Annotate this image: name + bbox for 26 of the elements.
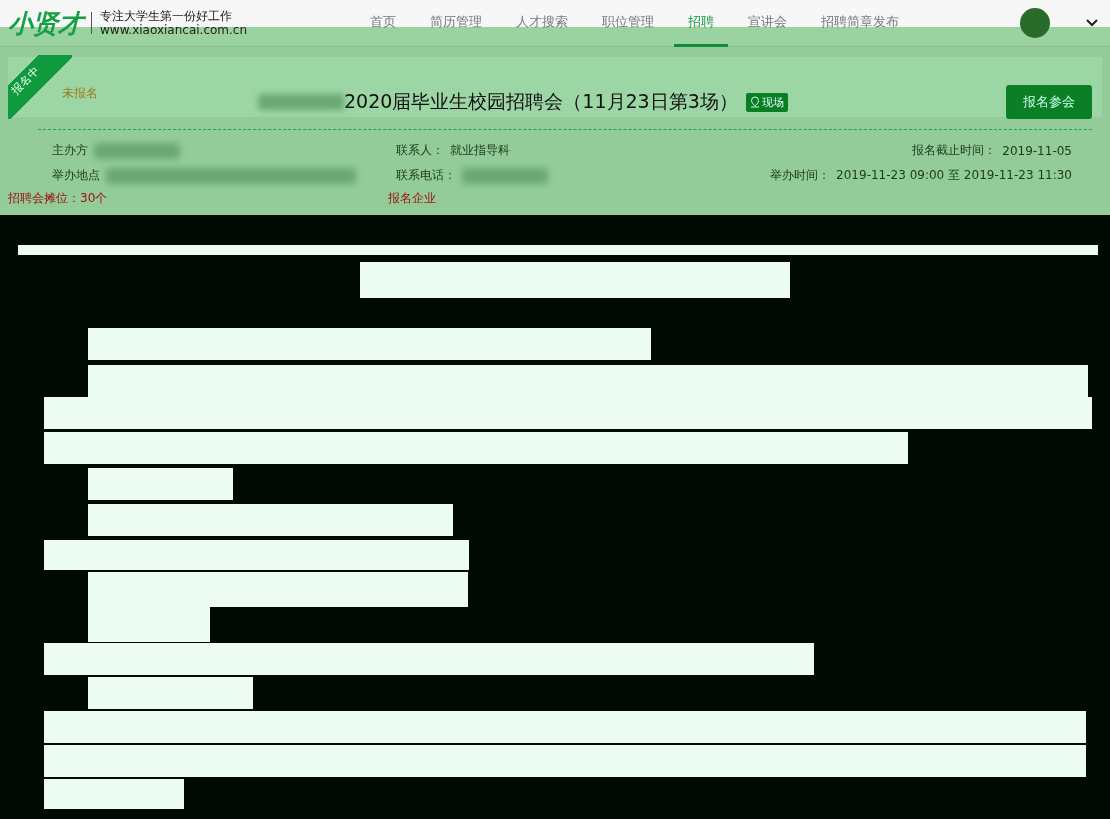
location-pin-icon	[749, 96, 760, 108]
detail-value: 就业指导科	[450, 142, 510, 159]
register-button[interactable]: 报名参会	[1006, 85, 1092, 119]
booth-count: 招聘会摊位：30个	[8, 190, 109, 207]
nav-tab[interactable]: 首页	[356, 0, 410, 47]
tag-label: 现场	[761, 94, 784, 110]
detail-label: 联系电话：	[396, 167, 456, 184]
event-title: 2020届毕业生校园招聘会（11月23日第3场）	[344, 89, 738, 114]
nav-tab[interactable]: 招聘	[674, 0, 728, 47]
avatar-icon[interactable]	[1020, 8, 1050, 38]
nav-tab[interactable]: 职位管理	[588, 0, 668, 47]
nav-tab[interactable]: 招聘简章发布	[807, 0, 913, 47]
detail-label: 主办方	[52, 142, 88, 159]
site-url: www.xiaoxiancai.com.cn	[100, 23, 248, 37]
nav-tab[interactable]: 人才搜索	[502, 0, 582, 47]
detail-value: 2019-11-05	[1002, 143, 1072, 158]
registered-companies-label: 报名企业	[388, 190, 436, 207]
caret-icon[interactable]	[1086, 19, 1098, 27]
detail-label: 举办地点	[52, 167, 100, 184]
detail-label: 报名截止时间：	[912, 142, 997, 159]
detail-label: 联系人：	[396, 142, 444, 159]
slogan: 专注大学生第一份好工作	[100, 9, 233, 23]
detail-value: 2019-11-23 09:00 至 2019-11-23 11:30	[836, 167, 1072, 184]
nav-tab[interactable]: 简历管理	[416, 0, 496, 47]
detail-label: 举办时间：	[770, 167, 831, 184]
nav-tab[interactable]: 宣讲会	[734, 0, 801, 47]
